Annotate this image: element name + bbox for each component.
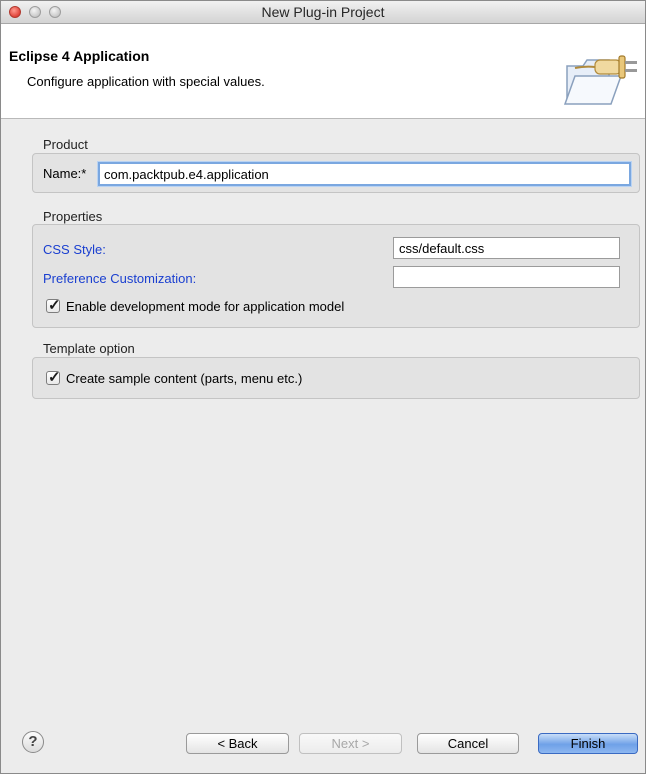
help-button[interactable]: ? xyxy=(22,731,44,753)
product-section-label: Product xyxy=(43,137,88,152)
name-label: Name:* xyxy=(43,166,87,181)
css-style-field[interactable] xyxy=(393,237,620,259)
plug-folder-icon xyxy=(563,55,637,105)
preference-customization-field[interactable] xyxy=(393,266,620,288)
dev-mode-checkbox[interactable]: ✓ xyxy=(46,297,61,314)
wizard-window: New Plug-in Project Eclipse 4 Applicatio… xyxy=(0,0,646,774)
checkmark-icon: ✓ xyxy=(48,369,61,386)
page-title: Eclipse 4 Application xyxy=(9,48,150,64)
name-field[interactable] xyxy=(98,162,631,186)
preference-customization-link[interactable]: Preference Customization: xyxy=(43,271,196,286)
next-button[interactable]: Next > xyxy=(299,733,402,754)
wizard-banner: Eclipse 4 Application Configure applicat… xyxy=(1,24,645,119)
cancel-button[interactable]: Cancel xyxy=(417,733,519,754)
title-bar[interactable]: New Plug-in Project xyxy=(1,1,645,24)
finish-button[interactable]: Finish xyxy=(538,733,638,754)
properties-section-label: Properties xyxy=(43,209,103,224)
sample-content-label: Create sample content (parts, menu etc.) xyxy=(66,371,303,386)
css-style-link[interactable]: CSS Style: xyxy=(43,242,106,257)
sample-content-checkbox[interactable]: ✓ xyxy=(46,369,61,386)
back-button[interactable]: < Back xyxy=(186,733,289,754)
page-description: Configure application with special value… xyxy=(27,74,265,89)
dev-mode-label: Enable development mode for application … xyxy=(66,299,345,314)
template-section-label: Template option xyxy=(43,341,135,356)
checkmark-icon: ✓ xyxy=(48,297,61,314)
window-title: New Plug-in Project xyxy=(261,4,385,20)
